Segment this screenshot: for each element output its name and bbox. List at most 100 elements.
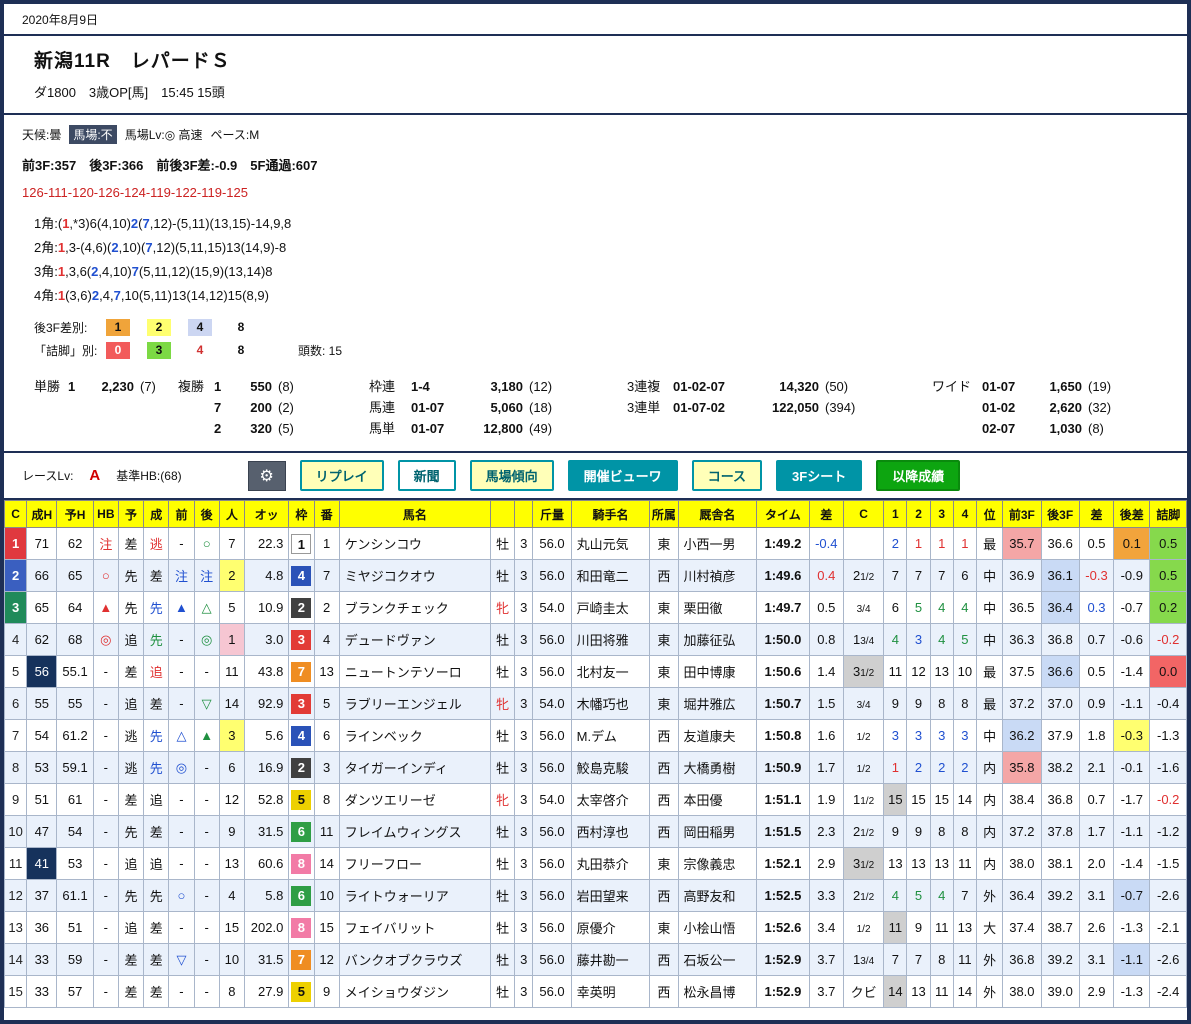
track-level-text: 馬場Lv:◎ 高速 xyxy=(124,128,203,142)
cell-belong: 西 xyxy=(649,879,679,912)
cell-horse-number: 4 xyxy=(313,623,340,656)
cell-hb-mark: - xyxy=(92,655,119,688)
cell-ato-mark: ▽ xyxy=(193,687,220,720)
legend-box: 1 xyxy=(106,319,130,336)
cell-yo-style: 追 xyxy=(117,847,145,880)
cell-corner-1: 2 xyxy=(883,527,908,560)
cell-ato-diff: -0.7 xyxy=(1113,591,1151,624)
payout-text: 01-02 xyxy=(982,400,1016,415)
cell-corner-3: 3 xyxy=(929,719,954,752)
table-row[interactable]: 3 65 64 ▲ 先先 ▲ △ 5 10.9 2 2 ブランクチェック牝 3 54.0 戸崎圭太東栗田徹 1… xyxy=(3,591,1187,624)
cell-weight: 56.0 xyxy=(532,911,572,944)
col-header-6: 前 xyxy=(168,500,195,528)
course-button[interactable]: コース xyxy=(691,460,763,491)
cell-horse-name: フリーフロー xyxy=(338,847,492,880)
replay-button[interactable]: リプレイ xyxy=(299,460,384,491)
cell-yo-h: 59 xyxy=(56,943,94,976)
cell-odds: 31.5 xyxy=(243,815,290,848)
cell-last3f: 36.6 xyxy=(1040,655,1080,688)
payout-text: (12) xyxy=(529,379,553,394)
cell-tsume: -2.1 xyxy=(1149,911,1187,944)
cell-mae-mark: ▲ xyxy=(168,591,195,624)
cell-popularity: 4 xyxy=(218,879,245,912)
cell-position-type: 中 xyxy=(975,591,1004,624)
legend-row: 後3F差別: 1 2 4 8 xyxy=(34,316,1187,339)
cell-time: 1:50.0 xyxy=(756,623,810,656)
payout-wide: ワイド 01-07 1,650 (19) 01-02 2,620 (32) 02-07 1,03… xyxy=(932,376,1172,439)
cell-jockey: 和田竜二 xyxy=(570,559,651,592)
cell-time-diff: 3.3 xyxy=(808,879,844,912)
table-row[interactable]: 14 33 59- 差差 ▽ -10 31.5 7 12 バンクオブクラウズ牡 3 56.0 藤井勘一西… xyxy=(3,943,1187,976)
cell-ato-mark: - xyxy=(193,879,220,912)
table-row[interactable]: 8 53 59.1- 逃先 ◎ -6 16.9 2 3 タイガーインディ牡 3 56.0 鮫島克駿西大橋… xyxy=(3,751,1187,784)
cell-waku: 1 xyxy=(288,527,315,560)
after-results-button[interactable]: 以降成績 xyxy=(876,460,961,491)
payout-text: 7 xyxy=(214,400,222,415)
cell-corner-4: 4 xyxy=(952,591,978,624)
cell-weight: 56.0 xyxy=(532,879,572,912)
cell-sei-h: 66 xyxy=(26,559,58,592)
cell-belong: 東 xyxy=(649,847,679,880)
cell-corner-4: 6 xyxy=(952,559,978,592)
weather-text: 天候:曇 xyxy=(22,128,62,142)
cell-age: 3 xyxy=(514,911,534,944)
table-row[interactable]: 9 51 61- 差追 - -12 52.8 5 8 ダンツエリーゼ牝 3 54.0 太宰啓介西本田優 1… xyxy=(3,783,1187,816)
3f-sheet-button[interactable]: 3Fシート xyxy=(776,460,863,491)
cell-sex: 牡 xyxy=(489,719,516,752)
table-row[interactable]: 7 54 61.2- 逃先 △ ▲ 3 5.6 4 6 ラインベック牡 3 56.0 M.デム西友道康夫 1… xyxy=(3,719,1187,752)
track-trend-button[interactable]: 馬場傾向 xyxy=(469,460,554,491)
table-row[interactable]: 2 66 65 ○ 先差注注 2 4.8 4 7 ミヤジコクオウ牡 3 56.0 和田竜二西川村禎彦 1:… xyxy=(3,559,1187,592)
cell-horse-name: メイショウダジン xyxy=(338,975,492,1008)
cell-last3f: 37.0 xyxy=(1040,687,1080,720)
gear-icon[interactable]: ⚙ xyxy=(247,460,286,491)
cell-horse-name: バンクオブクラウズ xyxy=(338,943,492,976)
waku-badge: 3 xyxy=(291,693,312,714)
cell-ato-mark: - xyxy=(193,943,220,976)
cell-sei-h: 55 xyxy=(26,687,58,720)
table-row[interactable]: 15 33 57- 差差 - -8 27.9 5 9 メイショウダジン牡 3 56.0 幸英明西松永昌博… xyxy=(3,975,1187,1008)
cell-age: 3 xyxy=(514,623,534,656)
payout-text: 01-07 xyxy=(411,400,445,415)
cell-sei-h: 62 xyxy=(26,623,58,656)
cell-sei-h: 33 xyxy=(26,975,58,1008)
payout-text: 01-07 xyxy=(411,421,445,436)
lap-times: 126-111-120-126-124-119-122-119-125 xyxy=(22,185,248,200)
table-row[interactable]: 1 71 62 注差逃 - ○ 7 22.3 1 1 ケンシンコウ牡 3 56.0 丸山元気東小西一男 1:… xyxy=(3,527,1187,560)
col-header-16: 騎手名 xyxy=(570,500,651,528)
table-row[interactable]: 12 37 61.1- 先先 ○ -4 5.8 6 10 ライトウォーリア牡 3 56.0 岩田望来西高… xyxy=(3,879,1187,912)
table-row[interactable]: 13 36 51- 追差 - -15 202.0 8 15 フェイバリット牡 3 56.0 原優介東小桧… xyxy=(3,911,1187,944)
cell-corner-1: 15 xyxy=(883,783,908,816)
cell-margin: 13/4 xyxy=(842,623,885,656)
cell-sei-style: 先 xyxy=(143,879,170,912)
table-row[interactable]: 5 56 55.1- 差追 - -11 43.8 7 13 ニュートンテソーロ牡 3 56.0 北村友一… xyxy=(3,655,1187,688)
toolbar-buttons: リプレイ 新聞 馬場傾向 開催ビューワ コース 3Fシート 以降成績 xyxy=(299,460,961,491)
cell-sei-style: 先 xyxy=(143,719,170,752)
col-header-14 xyxy=(514,500,534,528)
cell-finish-pos: 14 xyxy=(3,943,28,976)
cell-mae-mark: - xyxy=(168,847,195,880)
table-row[interactable]: 11 41 53- 追追 - -13 60.6 8 14 フリーフロー牡 3 56.0 丸田恭介東宗像義… xyxy=(3,847,1187,880)
cell-corner-4: 13 xyxy=(952,911,978,944)
cell-finish-pos: 12 xyxy=(3,879,28,912)
meeting-viewer-button[interactable]: 開催ビューワ xyxy=(567,460,678,491)
cell-corner-1: 11 xyxy=(883,911,908,944)
cell-corner-3: 11 xyxy=(929,911,954,944)
cell-horse-number: 14 xyxy=(313,847,340,880)
cell-margin: 13/4 xyxy=(842,943,885,976)
table-row[interactable]: 6 55 55- 追差 - ▽ 14 92.9 3 5 ラブリーエンジェル牝 3 54.0 木幡巧也東堀井… xyxy=(3,687,1187,720)
table-row[interactable]: 10 47 54- 先差 - -9 31.5 6 11 フレイムウィングス牡 3 56.0 西村淳也西岡… xyxy=(3,815,1187,848)
waku-badge: 5 xyxy=(291,789,312,810)
cell-yo-style: 逃 xyxy=(117,719,145,752)
cell-jockey: 丸山元気 xyxy=(570,527,651,560)
cell-yo-h: 55.1 xyxy=(56,655,94,688)
cell-time: 1:52.1 xyxy=(756,847,810,880)
cell-yo-style: 先 xyxy=(117,591,145,624)
col-header-11: 番 xyxy=(313,500,340,528)
table-row[interactable]: 4 62 68 ◎ 追先 - ◎ 1 3.0 3 4 デュードヴァン牡 3 56.0 川田将雅東加藤征弘 1:… xyxy=(3,623,1187,656)
cell-odds: 5.8 xyxy=(243,879,290,912)
newspaper-button[interactable]: 新聞 xyxy=(397,460,456,491)
results-table: C 成H 予H HB 予成前後人オッ枠番馬名 斤量 騎手名 所属 厩舎名 タイム差 C 1 2 3 4 位前3… xyxy=(3,500,1187,1008)
cell-corner-3: 8 xyxy=(929,687,954,720)
cell-jockey: 幸英明 xyxy=(570,975,651,1008)
cell-horse-name: デュードヴァン xyxy=(338,623,492,656)
